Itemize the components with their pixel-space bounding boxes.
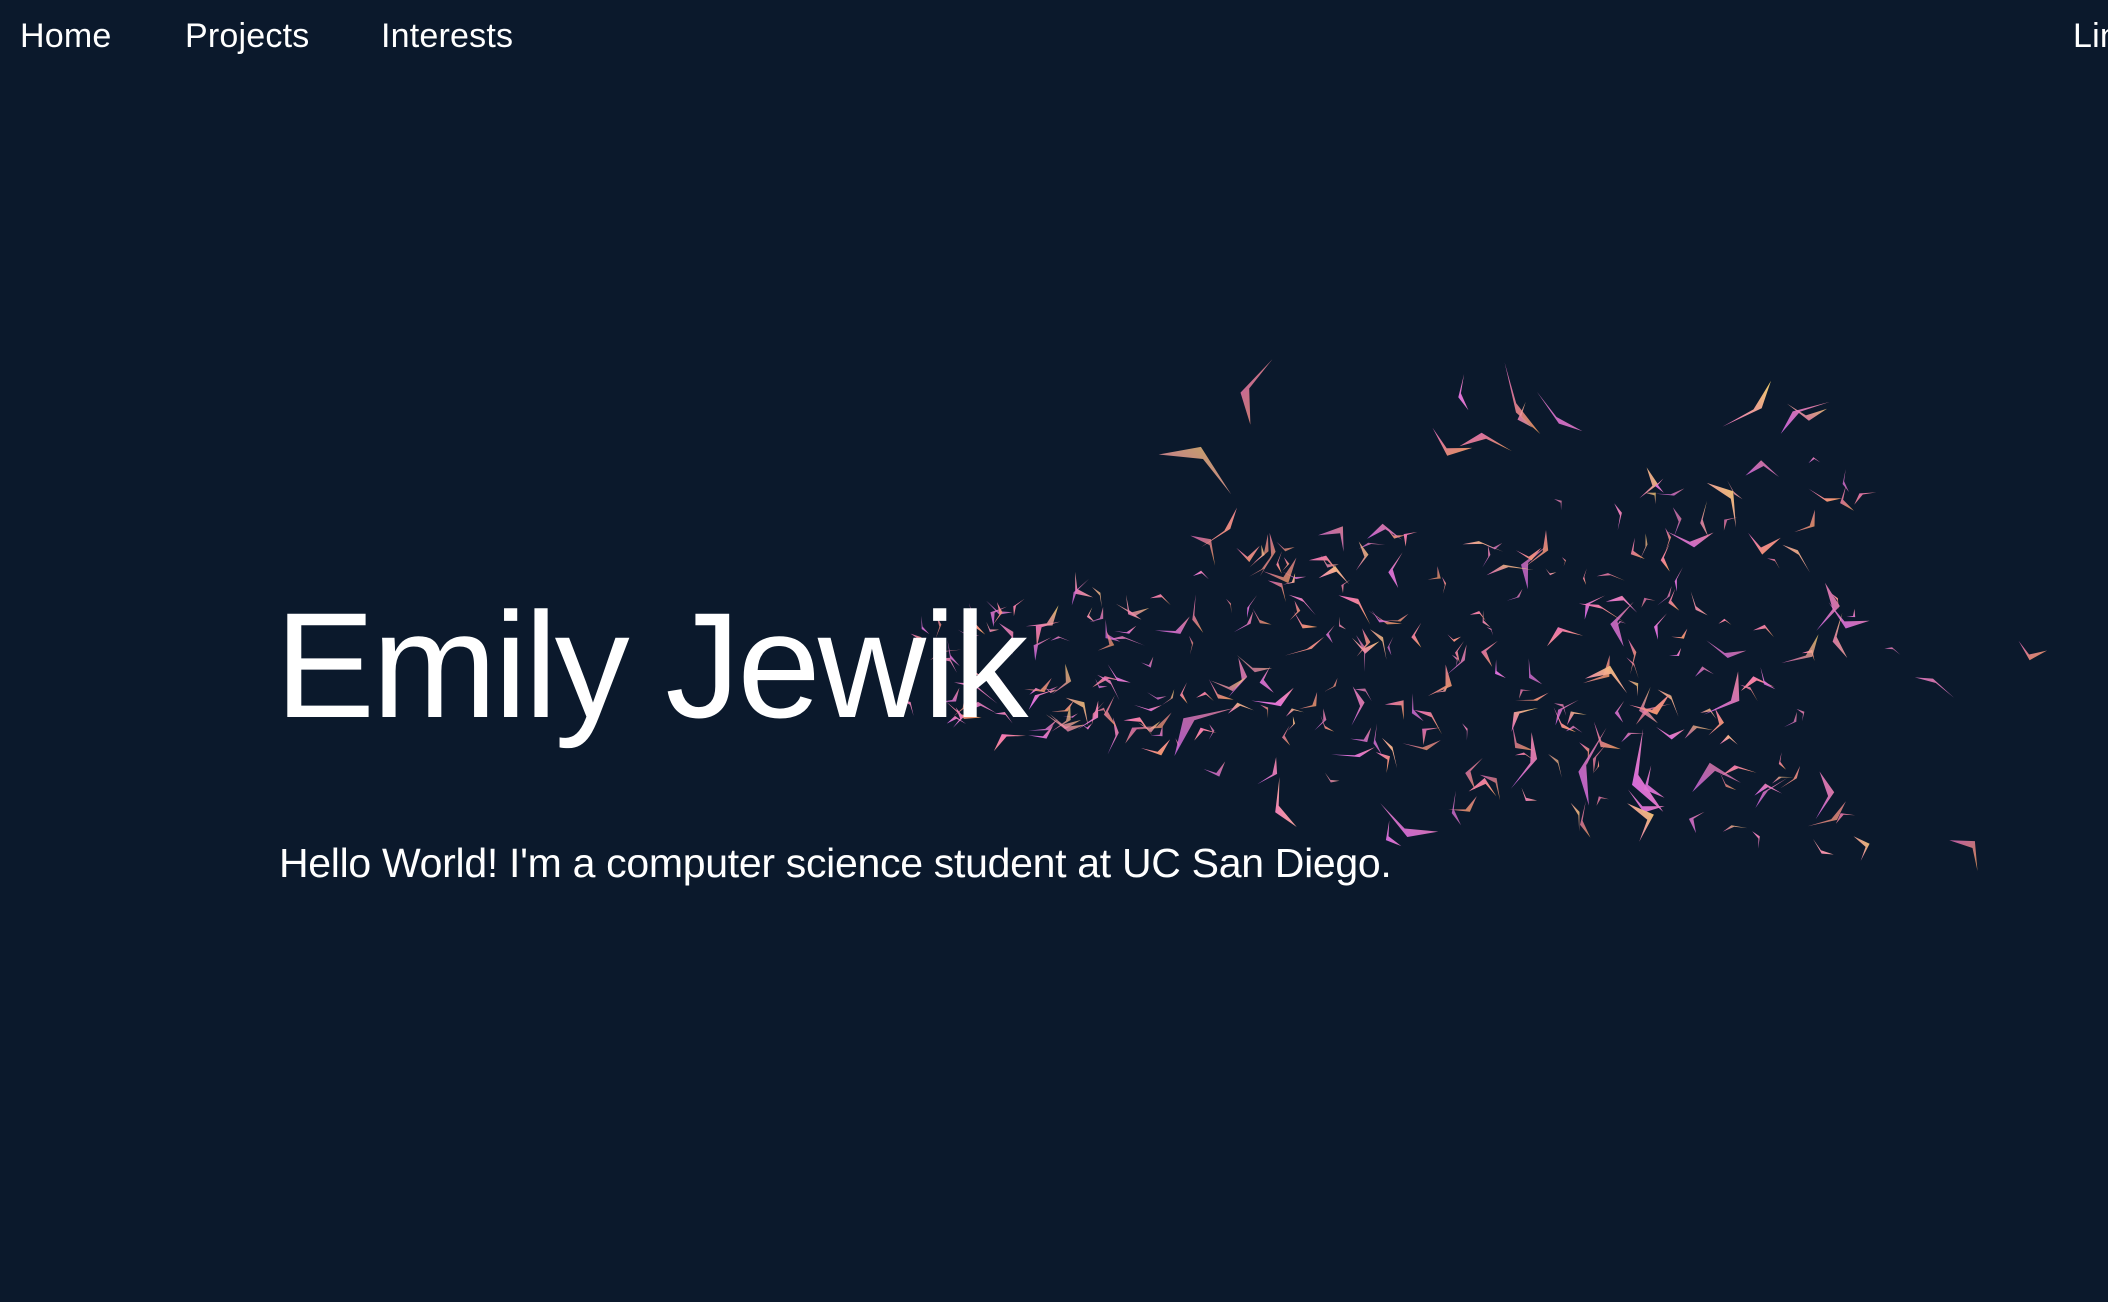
nav-link-projects[interactable]: Projects xyxy=(185,17,309,56)
hero-name: Emily Jewik xyxy=(275,581,1028,749)
hero-tagline: Hello World! I'm a computer science stud… xyxy=(279,840,1392,886)
nav-link-linkedin[interactable]: Lin xyxy=(2073,17,2108,56)
nav-link-interests[interactable]: Interests xyxy=(381,17,513,56)
top-nav: Home Projects Interests Lin xyxy=(0,0,2108,80)
nav-link-home[interactable]: Home xyxy=(20,17,112,56)
